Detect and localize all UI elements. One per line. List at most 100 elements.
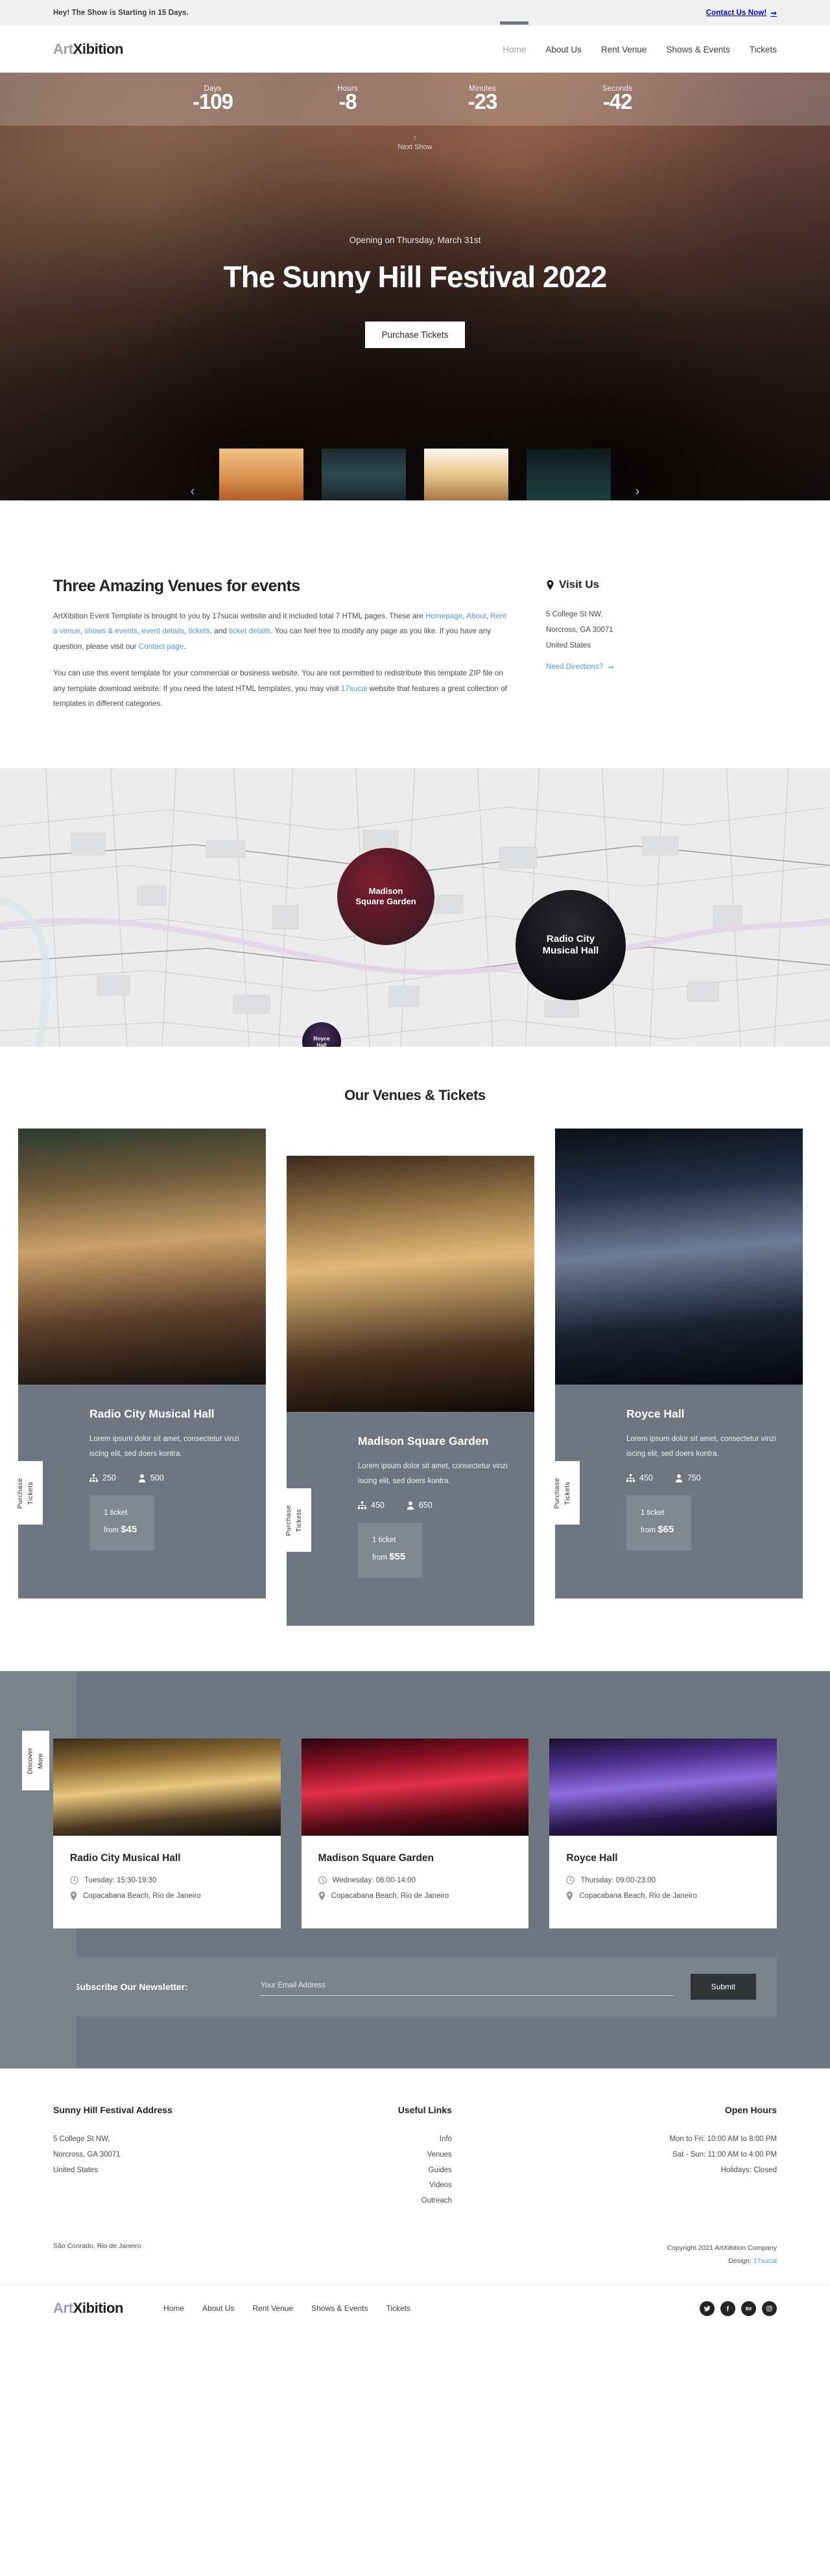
event-card-madison[interactable]: Madison Square Garden Wednesday: 08:00-1…: [301, 1739, 529, 1929]
footer-address-line-1: 5 College St NW,: [53, 2135, 110, 2144]
venue-price-prefix-madison: from: [372, 1554, 387, 1562]
venue-photo-royce: [555, 1129, 803, 1385]
footer-logo[interactable]: ArtXibition: [53, 2300, 123, 2317]
contact-us-now-link[interactable]: Contact Us Now! ➞: [706, 8, 777, 18]
event-card-radio-city[interactable]: Discover More Radio City Musical Hall Tue…: [22, 1731, 281, 1929]
footer-link-videos[interactable]: Videos: [309, 2178, 452, 2194]
footer-link-guides[interactable]: Guides: [309, 2163, 452, 2179]
nav-item-tickets[interactable]: Tickets: [750, 42, 777, 57]
visit-us-label: Visit Us: [559, 578, 600, 591]
footer-address-line-3: United States: [53, 2166, 99, 2174]
twitter-icon[interactable]: [700, 2301, 715, 2316]
footer-nav-shows-events[interactable]: Shows & Events: [311, 2304, 368, 2313]
venue-seats-radio-city: 250: [89, 1473, 116, 1482]
need-directions-link[interactable]: Need Directions? ➞: [546, 662, 614, 672]
link-contact-page[interactable]: Contact page: [139, 642, 184, 651]
footer-legal-bar: São Conrado, Rio de Janeiro Copyright 20…: [0, 2231, 830, 2285]
instagram-icon[interactable]: [762, 2301, 777, 2316]
sitemap-icon: [626, 1473, 635, 1482]
link-about[interactable]: About: [466, 612, 486, 620]
map-pin-icon: [567, 1891, 573, 1901]
map-marker-label-royce: Royce Hall: [313, 1035, 330, 1048]
behance-icon[interactable]: Bē: [741, 2301, 756, 2316]
purchase-tab-line2: Tickets: [295, 1508, 303, 1532]
discover-more-tab[interactable]: Discover More: [22, 1731, 49, 1791]
map-marker-royce-line1: Royce: [313, 1035, 330, 1042]
venue-seats-royce: 450: [626, 1473, 653, 1482]
footer-hours-title: Open Hours: [724, 2105, 777, 2116]
footer-nav-tickets[interactable]: Tickets: [386, 2304, 411, 2313]
countdown-minutes: Minutes -23: [444, 85, 521, 113]
link-homepage[interactable]: Homepage: [425, 612, 462, 620]
intro-section: Three Amazing Venues for events ArtXibit…: [0, 500, 830, 768]
venue-stats-madison: 450 650: [358, 1501, 512, 1510]
footer-link-venues[interactable]: Venues: [309, 2148, 452, 2163]
venue-price-prefix-royce: from: [641, 1527, 656, 1535]
newsletter-email-input[interactable]: [259, 1978, 674, 1996]
map-marker-label-madison: Madison Square Garden: [355, 886, 416, 907]
footer-legal-copyright-block: Copyright 2021 ArtXibition Company Desig…: [667, 2242, 777, 2268]
map-marker-madison-square-garden[interactable]: Madison Square Garden: [337, 848, 434, 946]
carousel-thumbnail-4[interactable]: [527, 449, 611, 500]
clock-icon: [70, 1876, 78, 1885]
nav-item-about-us[interactable]: About Us: [545, 42, 582, 57]
footer-nav-home[interactable]: Home: [163, 2304, 184, 2313]
address-line-2: Norcross, GA 30071: [546, 626, 613, 635]
purchase-tickets-tab-radio-city[interactable]: Purchase Tickets: [9, 1461, 43, 1525]
event-time-value-royce: Thursday: 09:00-23:00: [580, 1876, 656, 1884]
event-time-radio-city: Tuesday: 15:30-19:30: [70, 1876, 264, 1885]
carousel-thumbnail-1[interactable]: [219, 449, 303, 500]
purchase-tickets-button[interactable]: Purchase Tickets: [364, 322, 466, 348]
carousel-prev-arrow-icon[interactable]: ‹: [184, 484, 201, 499]
link-ticket-details[interactable]: ticket details: [229, 627, 270, 635]
carousel-thumbnail-2[interactable]: [322, 449, 406, 500]
logo-text-art: Art: [53, 41, 73, 57]
carousel-thumbnail-3[interactable]: [424, 449, 508, 500]
venues-map[interactable]: Madison Square Garden Radio City Musical…: [0, 768, 830, 1048]
user-icon: [407, 1501, 414, 1510]
newsletter-submit-button[interactable]: Submit: [690, 1974, 756, 2000]
nav-item-home[interactable]: Home: [503, 42, 526, 57]
footer-design-credit: Design: 17sucai: [667, 2255, 777, 2268]
event-name-royce: Royce Hall: [566, 1853, 618, 1864]
map-pin-icon: [70, 1891, 77, 1901]
map-pin-icon: [318, 1891, 325, 1901]
event-card-royce[interactable]: Royce Hall Thursday: 09:00-23:00 Copacab…: [549, 1739, 777, 1929]
map-marker-radio-line1: Radio City: [546, 933, 595, 944]
contact-us-label: Contact Us Now!: [706, 9, 767, 17]
venue-card-radio-city: Purchase Tickets Radio City Musical Hall …: [9, 1129, 266, 1599]
link-shows-events[interactable]: shows & events: [84, 627, 137, 635]
purchase-tickets-tab-madison[interactable]: Purchase Tickets: [278, 1488, 311, 1552]
venue-seats-value-madison: 450: [371, 1501, 385, 1510]
purchase-tickets-tab-royce[interactable]: Purchase Tickets: [546, 1461, 580, 1525]
site-logo[interactable]: ArtXibition: [53, 41, 123, 58]
arrow-right-icon: ➞: [770, 10, 777, 18]
nav-item-shows-events[interactable]: Shows & Events: [666, 42, 729, 57]
venue-desc-royce: Lorem ipsum dolor sit amet, consectetur …: [626, 1435, 776, 1458]
venue-photo-madison: [287, 1156, 534, 1412]
footer-nav-about-us[interactable]: About Us: [202, 2304, 234, 2313]
footer-nav-rent-venue[interactable]: Rent Venue: [252, 2304, 293, 2313]
link-17sucai[interactable]: 17sucai: [341, 685, 367, 693]
map-marker-radio-city-musical-hall[interactable]: Radio City Musical Hall: [516, 890, 626, 1001]
footer-design-prefix: Design:: [728, 2257, 753, 2266]
next-show-indicator[interactable]: ↑ Next Show: [0, 126, 830, 151]
facebook-icon[interactable]: [720, 2301, 735, 2316]
map-pin-icon: [546, 580, 554, 590]
intro-heading: Three Amazing Venues for events: [53, 577, 300, 595]
carousel-next-arrow-icon[interactable]: ›: [629, 484, 646, 499]
venue-capacity-value-madison: 650: [418, 1501, 433, 1510]
footer-design-link[interactable]: 17sucai: [753, 2257, 777, 2265]
footer-link-info[interactable]: Info: [309, 2132, 452, 2148]
hero-title: The Sunny Hill Festival 2022: [223, 260, 608, 294]
event-card-grid: Discover More Radio City Musical Hall Tue…: [0, 1731, 830, 1929]
intro-p1-part-a: ArtXibition Event Template is brought to…: [53, 612, 426, 620]
venues-section-title: Our Venues & Tickets: [344, 1087, 486, 1104]
nav-item-rent-venue[interactable]: Rent Venue: [601, 42, 647, 57]
map-marker-madison-line2: Square Garden: [355, 896, 416, 907]
link-tickets[interactable]: tickets: [189, 627, 210, 635]
footer-link-outreach[interactable]: Outreach: [309, 2194, 452, 2209]
venue-price-prefix-radio-city: from: [104, 1527, 119, 1535]
link-event-details[interactable]: event details: [141, 627, 184, 635]
venue-capacity-madison: 650: [407, 1501, 433, 1510]
